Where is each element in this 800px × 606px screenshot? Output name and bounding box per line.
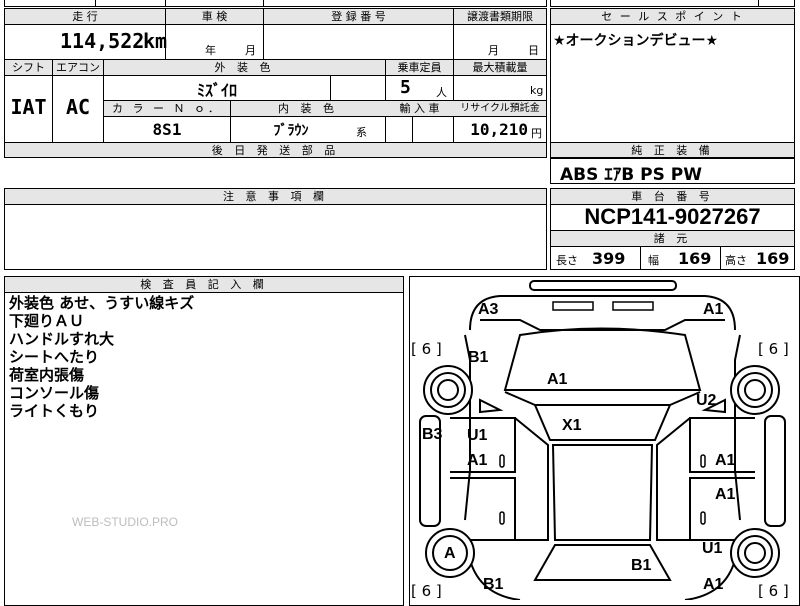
capacity-label: 乗車定員 <box>386 60 453 75</box>
recycle-fee-unit: 円 <box>531 127 542 140</box>
damage-code: B1 <box>468 349 489 366</box>
tire-left-bottom: [ 6 ] <box>411 582 442 600</box>
damage-code: A3 <box>478 301 499 318</box>
capacity-unit: 人 <box>436 86 447 99</box>
transfer-deadline-label: 譲渡書類期限 <box>454 9 546 24</box>
spec-width-label: 幅 <box>648 254 659 267</box>
transfer-day: 日 <box>528 44 539 57</box>
inspector-label: 検 査 員 記 入 欄 <box>5 277 403 293</box>
inspection-year: 年 <box>205 44 216 57</box>
tire-right-top: [ 6 ] <box>758 340 789 358</box>
remark-line: 荷室内張傷 <box>9 366 85 384</box>
color-no-value: 8S1 <box>152 120 182 139</box>
spec-height: 169 <box>756 249 790 268</box>
sales-point-label: セ ー ル ス ポ イ ン ト <box>551 9 794 25</box>
aircon-label: エアコン <box>53 60 103 75</box>
standard-equipment-text: ABS ｴｱB PS PW <box>560 165 702 185</box>
inspector-remarks: 外装色 あせ、うすい線キズ 下廻りＡＵ ハンドルすれ大 シートへたり 荷室内張傷… <box>9 294 194 420</box>
mileage-value: 114,522 <box>60 29 145 53</box>
remark-line: ライトくもり <box>9 402 100 420</box>
recycle-fee-value: 10,210 <box>470 120 528 139</box>
remark-line: シートへたり <box>9 348 100 366</box>
damage-code: B1 <box>483 576 504 593</box>
damage-code: A <box>444 545 456 562</box>
standard-equipment-label: 純 正 装 備 <box>551 143 794 157</box>
damage-code: A1 <box>703 301 724 318</box>
damage-code: A1 <box>547 371 568 388</box>
tire-left-top: [ 6 ] <box>411 340 442 358</box>
interior-color-label: 内 装 色 <box>231 101 385 116</box>
chassis-number: NCP141-9027267 <box>584 204 761 229</box>
import-label: 輸 入 車 <box>386 101 453 116</box>
chassis-label: 車 台 番 号 <box>551 189 794 205</box>
max-load-label: 最大積載量 <box>454 60 546 75</box>
specs-label: 諸 元 <box>551 231 794 246</box>
damage-code: X1 <box>562 417 582 434</box>
damage-code: B3 <box>422 426 443 443</box>
capacity-value: 5 <box>400 77 411 98</box>
spec-length: 399 <box>592 249 626 268</box>
spec-length-label: 長さ <box>556 254 578 267</box>
parts-later-label: 後 日 発 送 部 品 <box>5 143 546 157</box>
remark-line: 下廻りＡＵ <box>9 312 85 330</box>
color-no-label: カ ラ ー Ｎ ｏ． <box>104 101 230 116</box>
damage-code: U2 <box>696 392 717 409</box>
tire-right-bottom: [ 6 ] <box>758 582 789 600</box>
damage-code: A1 <box>715 452 736 469</box>
inspection-month: 月 <box>245 44 256 57</box>
max-load-unit: kg <box>530 84 544 97</box>
shift-value: IAT <box>10 95 47 119</box>
mileage-label: 走 行 <box>5 9 165 24</box>
interior-color-value: ﾌﾞﾗｳﾝ <box>273 123 309 139</box>
sales-point-text: ★オークションデビュー★ <box>553 33 719 49</box>
inspection-label: 車 検 <box>166 9 263 24</box>
spec-height-label: 高さ <box>725 254 747 267</box>
exterior-color-label: 外 装 色 <box>104 60 385 75</box>
registration-label: 登 録 番 号 <box>264 9 453 24</box>
damage-code: U1 <box>702 540 723 557</box>
damage-code: A1 <box>715 486 736 503</box>
spec-width: 169 <box>678 249 712 268</box>
damage-code: A1 <box>703 576 724 593</box>
aircon-value: AC <box>65 95 91 119</box>
shift-label: シフト <box>5 60 52 75</box>
watermark: WEB-STUDIO.PRO <box>72 515 179 529</box>
exterior-color-value: ﾐｽﾞｲﾛ <box>196 81 237 100</box>
damage-code: A1 <box>467 452 488 469</box>
remark-line: コンソール傷 <box>9 384 100 402</box>
damage-code: U1 <box>467 427 488 444</box>
top-strip <box>4 0 547 7</box>
remark-line: 外装色 あせ、うすい線キズ <box>9 294 195 312</box>
mileage-unit: km <box>143 29 168 53</box>
transfer-month: 月 <box>488 44 499 57</box>
remark-line: ハンドルすれ大 <box>9 330 115 348</box>
interior-color-suffix: 系 <box>356 126 367 139</box>
notes-label: 注 意 事 項 欄 <box>5 189 546 205</box>
damage-code: B1 <box>631 557 652 574</box>
recycle-fee-label: リサイクル預託金 <box>454 101 546 116</box>
